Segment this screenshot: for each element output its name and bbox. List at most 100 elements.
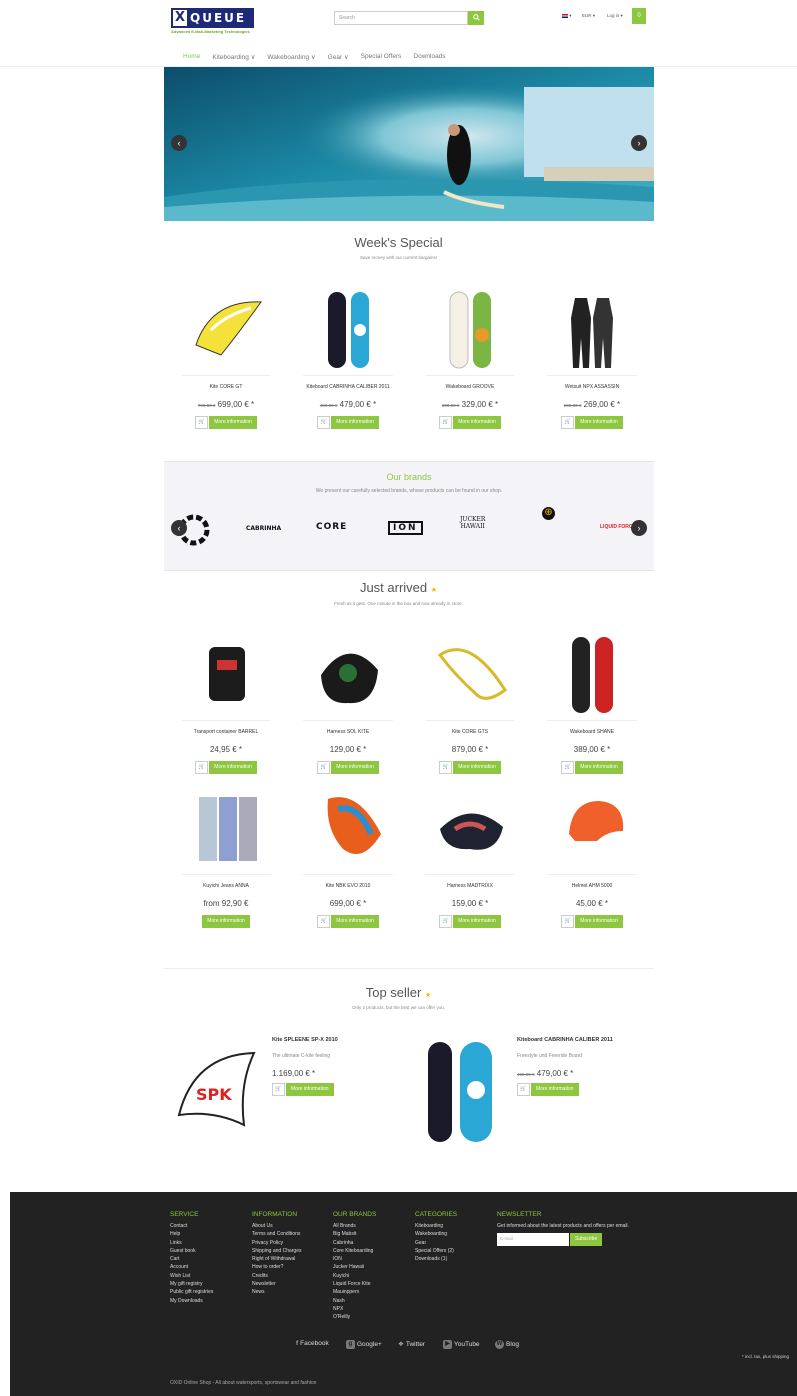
add-to-cart-button[interactable]: 🛒 [317,915,331,928]
product-name[interactable]: Harness SOL KITE [298,729,398,737]
product-name[interactable]: Helmet AHM 5000 [542,883,642,891]
footer-link[interactable]: Kiteboarding [415,1222,457,1230]
more-information-button[interactable]: More information [453,915,501,928]
product-name[interactable]: Wakeboard SHANE [542,729,642,737]
product-image-transport-barrel[interactable] [181,635,271,715]
product-image-harness-madtrixx[interactable] [425,789,515,869]
add-to-cart-button[interactable]: 🛒 [317,761,331,774]
nav-kiteboarding[interactable]: Kiteboarding ∨ [212,53,255,61]
currency-select[interactable]: EUR ▾ [582,13,595,19]
brands-next-arrow[interactable]: › [631,520,647,536]
nav-gear[interactable]: Gear ∨ [328,53,349,61]
more-information-button[interactable]: More information [531,1083,579,1096]
footer-link[interactable]: Liquid Force Kite [333,1280,376,1288]
footer-link[interactable]: Credits [252,1272,301,1280]
footer-link[interactable]: Links [170,1239,213,1247]
newsletter-email-input[interactable]: E-mail [497,1233,569,1247]
footer-link[interactable]: Privacy Policy [252,1239,301,1247]
footer-link[interactable]: Kuyichi [333,1272,376,1280]
add-to-cart-button[interactable]: 🛒 [317,416,331,429]
social-google-plus[interactable]: g Google+ [346,1340,382,1349]
add-to-cart-button[interactable]: 🛒 [561,761,575,774]
product-image-wakeboard-groove[interactable] [425,290,515,370]
brand-logo-cabrinha[interactable]: CABRINHA [246,525,281,532]
footer-link[interactable]: Cart [170,1255,213,1263]
more-information-button[interactable]: More information [453,761,501,774]
more-information-button[interactable]: More information [575,416,623,429]
nav-special-offers[interactable]: Special Offers [361,53,402,61]
add-to-cart-button[interactable]: 🛒 [195,761,209,774]
product-image-kuyichi-jeans[interactable] [181,789,271,869]
add-to-cart-button[interactable]: 🛒 [561,416,575,429]
product-name[interactable]: Transport container BARREL [176,729,276,737]
footer-link[interactable]: O'Reilly [333,1313,376,1321]
add-to-cart-button[interactable]: 🛒 [517,1083,530,1096]
more-information-button[interactable]: More information [209,416,257,429]
product-name[interactable]: Kite NBK EVO 2010 [298,883,398,891]
brand-logo-core[interactable]: CORE [316,522,347,532]
footer-link[interactable]: Nash [333,1297,376,1305]
nav-home[interactable]: Home [183,53,200,61]
footer-link[interactable]: Gear [415,1239,457,1247]
social-blog[interactable]: W Blog [495,1340,519,1349]
more-information-button[interactable]: More information [331,915,379,928]
more-information-button[interactable]: More information [286,1083,334,1096]
footer-link[interactable]: Shipping and Charges [252,1247,301,1255]
hero-prev-arrow[interactable]: ‹ [171,135,187,151]
footer-link[interactable]: How to order? [252,1263,301,1271]
hero-slider[interactable]: ‹ › [164,67,654,221]
footer-link[interactable]: Wakeboarding [415,1230,457,1238]
footer-link[interactable]: Contact [170,1222,213,1230]
more-information-button[interactable]: More information [202,915,250,928]
footer-link[interactable]: Downloads (1) [415,1255,457,1263]
brands-prev-arrow[interactable]: ‹ [171,520,187,536]
footer-link[interactable]: Right of Withdrawal [252,1255,301,1263]
product-image-harness-sol-kite[interactable] [303,635,393,715]
more-information-button[interactable]: More information [209,761,257,774]
product-name[interactable]: Wetsuit NPX ASSASSIN [542,384,642,392]
footer-link[interactable]: ION [333,1255,376,1263]
add-to-cart-button[interactable]: 🛒 [272,1083,285,1096]
product-image-kiteboard-cabrinha[interactable] [303,290,393,370]
product-image-helmet-ahm[interactable] [547,789,637,869]
footer-link[interactable]: Mauinppers [333,1288,376,1296]
brand-logo-oreilly[interactable]: ⊕ [542,507,555,520]
subscribe-button[interactable]: Subscribe [570,1233,603,1247]
product-name[interactable]: Kiteboard CABRINHA CALIBER 2011 [298,384,398,392]
add-to-cart-button[interactable]: 🛒 [561,915,575,928]
footer-link[interactable]: Jucker Hawaii [333,1263,376,1271]
footer-link[interactable]: Special Offers (2) [415,1247,457,1255]
topseller-image-kiteboard-cabrinha[interactable] [420,1040,512,1144]
more-information-button[interactable]: More information [453,416,501,429]
more-information-button[interactable]: More information [575,915,623,928]
more-information-button[interactable]: More information [331,761,379,774]
product-image-kite-nbk-evo[interactable] [303,789,393,869]
nav-wakeboarding[interactable]: Wakeboarding ∨ [267,53,315,61]
footer-link[interactable]: Core Kiteboarding [333,1247,376,1255]
language-select[interactable]: ▾ [562,13,572,19]
footer-link[interactable]: Wish List [170,1272,213,1280]
product-image-kite-core-gt[interactable] [181,290,271,370]
social-twitter[interactable]: ❖ Twitter [398,1340,425,1349]
add-to-cart-button[interactable]: 🛒 [439,915,453,928]
social-facebook[interactable]: f Facebook [296,1340,329,1347]
product-name[interactable]: Kuyichi Jeans ANNA [176,883,276,891]
more-information-button[interactable]: More information [331,416,379,429]
product-name[interactable]: Wakeboard GROOVE [420,384,520,392]
footer-link[interactable]: Big Mabsit [333,1230,376,1238]
login-dropdown[interactable]: Log in ▾ [607,13,623,19]
add-to-cart-button[interactable]: 🛒 [439,761,453,774]
footer-link[interactable]: NPX [333,1305,376,1313]
product-image-kite-core-gts[interactable] [425,635,515,715]
add-to-cart-button[interactable]: 🛒 [439,416,453,429]
footer-link[interactable]: About Us [252,1222,301,1230]
footer-link[interactable]: Newsletter [252,1280,301,1288]
footer-link[interactable]: Account [170,1263,213,1271]
footer-link[interactable]: News [252,1288,301,1296]
search-button[interactable] [468,11,484,25]
brand-logo-ion[interactable]: ION [388,521,423,535]
nav-downloads[interactable]: Downloads [413,53,445,61]
footer-link[interactable]: Guest book [170,1247,213,1255]
add-to-cart-button[interactable]: 🛒 [195,416,209,429]
more-information-button[interactable]: More information [575,761,623,774]
